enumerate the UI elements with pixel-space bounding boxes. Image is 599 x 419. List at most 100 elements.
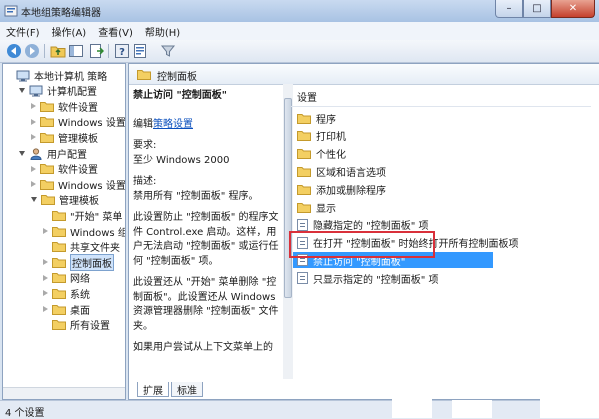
expand-closed-icon[interactable] <box>31 165 36 172</box>
column-header-setting[interactable]: 设置 <box>297 89 317 104</box>
tree-item[interactable]: "开始" 菜单 <box>43 207 122 223</box>
folder-icon <box>52 304 66 315</box>
description-paragraph: 此设置防止 "控制面板" 的程序文件 Control.exe 启动。这样，用户无… <box>133 212 279 267</box>
status-bar: 4 个设置 <box>0 400 599 419</box>
folder-icon <box>52 288 66 299</box>
show-hide-tree-icon[interactable] <box>68 43 84 59</box>
properties-icon[interactable] <box>132 43 148 59</box>
folder-icon <box>297 202 311 213</box>
close-icon: ✕ <box>568 3 578 14</box>
list-item-label: 个性化 <box>316 150 346 162</box>
tree-item[interactable]: 软件设置 <box>31 98 98 114</box>
description-label: 描述: <box>133 176 157 187</box>
list-item-label: 程序 <box>316 114 336 126</box>
tab-standard[interactable]: 标准 <box>171 382 203 397</box>
title-bar[interactable]: 本地组策略编辑器 – □ ✕ <box>0 0 599 22</box>
tree-item-label: Windows 组件 <box>70 227 125 239</box>
minimize-icon: – <box>506 3 512 14</box>
expand-closed-icon[interactable] <box>43 290 48 297</box>
tree-item-label: 所有设置 <box>70 321 110 333</box>
expand-closed-icon[interactable] <box>43 306 48 312</box>
expand-closed-icon[interactable] <box>31 181 36 188</box>
tree-item[interactable]: 管理模板 <box>31 129 98 145</box>
list-folder-item[interactable]: 个性化 <box>297 146 346 162</box>
expand-closed-icon[interactable] <box>43 259 48 266</box>
folder-icon <box>52 241 66 253</box>
tree-item[interactable]: Windows 组件 <box>43 223 125 239</box>
expand-closed-icon[interactable] <box>31 134 36 141</box>
tree-item[interactable]: 网络 <box>43 270 90 286</box>
tree-item[interactable]: 桌面 <box>43 301 90 317</box>
tree-item[interactable]: 系统 <box>43 285 90 301</box>
list-folder-item[interactable]: 打印机 <box>297 128 346 144</box>
expand-closed-icon[interactable] <box>31 103 36 110</box>
tree-item[interactable]: 管理模板 <box>31 192 99 208</box>
view-tabs: 扩展 标准 <box>137 382 205 398</box>
edit-prefix: 编辑 <box>133 118 153 130</box>
minimize-button[interactable]: – <box>495 0 523 18</box>
folder-icon <box>297 148 311 160</box>
edit-line: 编辑策略设置 <box>133 118 283 133</box>
tree-item[interactable]: 用户配置 <box>19 145 87 161</box>
list-policy-item[interactable]: 只显示指定的 "控制面板" 项 <box>297 270 439 286</box>
help-icon[interactable]: ? <box>114 43 130 59</box>
tree-horizontal-scrollbar[interactable] <box>3 387 125 399</box>
menu-action[interactable]: 操作(A) <box>46 24 93 39</box>
folder-icon <box>40 116 54 128</box>
expand-open-icon[interactable] <box>19 88 25 94</box>
tree-item[interactable]: 所有设置 <box>43 317 110 333</box>
tree-item-label: 网络 <box>70 274 90 286</box>
tree-item[interactable]: Windows 设置 <box>31 114 125 130</box>
list-folder-item[interactable]: 区域和语言选项 <box>297 163 386 179</box>
menu-view[interactable]: 查看(V) <box>92 24 139 39</box>
menu-help[interactable]: 帮助(H) <box>139 24 186 39</box>
expand-open-icon[interactable] <box>31 197 37 203</box>
tree-item[interactable]: Windows 设置 <box>31 176 125 192</box>
user-icon <box>29 147 43 160</box>
tree-item-label: 软件设置 <box>58 165 98 177</box>
folder-icon <box>40 101 54 112</box>
tree-item[interactable]: 控制面板 <box>43 253 114 271</box>
expand-closed-icon[interactable] <box>43 228 48 234</box>
list-item-label: 添加或删除程序 <box>316 185 386 197</box>
toolbar: ? <box>0 40 599 63</box>
details-header: 控制面板 <box>129 64 599 85</box>
expand-closed-icon[interactable] <box>31 118 36 125</box>
svg-text:?: ? <box>119 47 125 58</box>
forward-arrow-icon[interactable] <box>24 43 40 59</box>
maximize-button[interactable]: □ <box>523 0 551 18</box>
back-arrow-icon[interactable] <box>6 43 22 59</box>
watermark-block <box>392 388 432 418</box>
filter-icon[interactable] <box>160 43 176 59</box>
up-folder-icon[interactable] <box>50 43 66 59</box>
expand-closed-icon[interactable] <box>43 274 48 281</box>
list-folder-item[interactable]: 添加或删除程序 <box>297 181 386 197</box>
folder-icon <box>40 163 54 175</box>
folder-icon <box>52 319 66 331</box>
menu-file[interactable]: 文件(F) <box>0 24 46 39</box>
maximize-icon: □ <box>532 3 542 14</box>
navigation-tree: 本地计算机 策略 计算机配置 软件设置 Windows 设置 管理模板 用户配置 软件设置 W… <box>2 63 126 400</box>
folder-icon <box>297 166 311 177</box>
folder-icon <box>297 113 311 124</box>
list-item-label: 显示 <box>316 203 336 215</box>
close-button[interactable]: ✕ <box>551 0 595 18</box>
list-folder-item[interactable]: 显示 <box>297 199 336 215</box>
tree-item[interactable]: 计算机配置 <box>19 83 97 99</box>
tab-extended[interactable]: 扩展 <box>137 382 169 397</box>
tree-item[interactable]: 本地计算机 策略 <box>7 67 107 83</box>
edit-policy-link[interactable]: 策略设置 <box>153 119 193 130</box>
expand-open-icon[interactable] <box>19 150 25 156</box>
export-list-icon[interactable] <box>88 43 104 59</box>
folder-icon <box>297 130 311 142</box>
folder-icon <box>40 179 54 190</box>
list-folder-item[interactable]: 程序 <box>297 110 336 126</box>
tree-item[interactable]: 软件设置 <box>31 161 98 177</box>
tree-item[interactable]: 共享文件夹 <box>43 239 120 255</box>
policy-setting-icon <box>297 218 308 231</box>
folder-icon <box>52 210 66 221</box>
